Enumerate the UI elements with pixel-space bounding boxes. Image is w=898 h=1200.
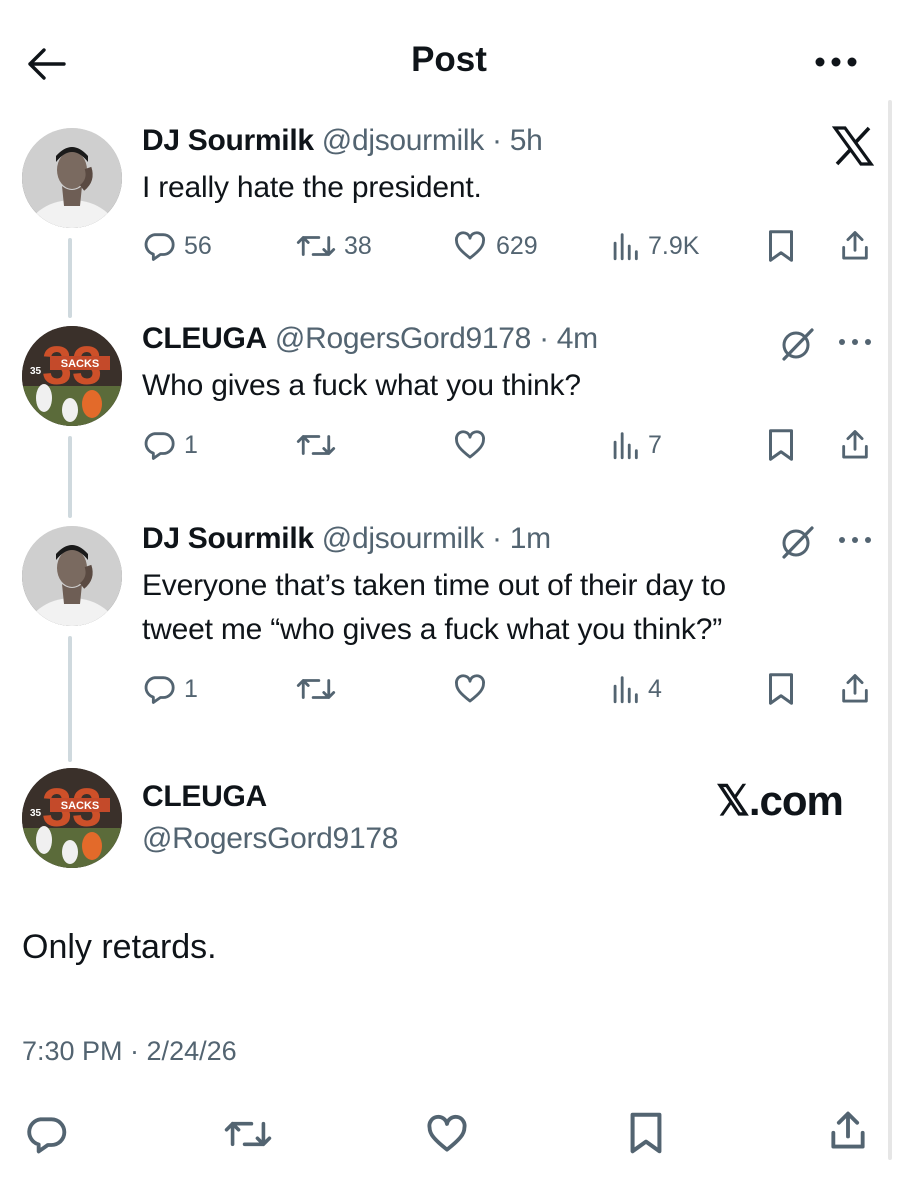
like-icon xyxy=(455,430,485,459)
reply-icon xyxy=(144,233,175,261)
reply-button[interactable]: 56 xyxy=(142,228,212,264)
like-button[interactable] xyxy=(424,1112,470,1156)
more-icon[interactable] xyxy=(836,336,874,348)
bookmark-icon xyxy=(630,1112,662,1154)
handle[interactable]: @djsourmilk xyxy=(322,522,484,555)
tweet-header: CLEUGA @RogersGord9178 · 4m xyxy=(142,322,598,355)
grok-icon[interactable] xyxy=(778,524,818,560)
display-name[interactable]: CLEUGA xyxy=(142,780,267,814)
handle[interactable]: @RogersGord9178 xyxy=(275,322,531,355)
reply-button[interactable]: 1 xyxy=(142,671,198,707)
repost-button[interactable]: 38 xyxy=(296,228,372,264)
post-timestamp[interactable]: 7:30 PM · 2/24/26 xyxy=(22,1036,237,1067)
x-logo-icon xyxy=(832,126,874,166)
views-icon xyxy=(613,432,638,460)
reply-button[interactable]: 1 xyxy=(142,427,198,463)
like-count: 629 xyxy=(496,231,538,260)
page-title: Post xyxy=(411,40,487,79)
bookmark-icon xyxy=(769,230,793,262)
bookmark-button[interactable] xyxy=(766,671,804,707)
svg-text:35: 35 xyxy=(30,366,42,377)
reply-count: 1 xyxy=(184,430,198,459)
tweet-text: I really hate the president. xyxy=(142,171,482,204)
share-icon xyxy=(842,231,868,260)
avatar[interactable]: 33 SACKS 35 xyxy=(22,768,122,868)
bookmark-button[interactable] xyxy=(766,427,804,463)
like-button[interactable]: 629 xyxy=(452,228,538,264)
grok-icon[interactable] xyxy=(778,326,818,362)
repost-icon xyxy=(296,435,336,455)
avatar-photo: 33 SACKS 35 xyxy=(22,326,122,426)
handle[interactable]: @djsourmilk xyxy=(322,124,484,157)
thread-line xyxy=(68,436,72,518)
avatar[interactable] xyxy=(22,526,122,626)
share-button[interactable] xyxy=(826,1108,870,1154)
watermark: 𝕏.com xyxy=(716,777,844,824)
share-button[interactable] xyxy=(838,671,880,707)
repost-button[interactable] xyxy=(296,427,344,463)
reply-count: 56 xyxy=(184,231,212,260)
post-text: Only retards. xyxy=(22,928,217,966)
reply-icon xyxy=(27,1117,67,1154)
thread-line xyxy=(68,636,72,762)
timestamp[interactable]: 4m xyxy=(557,322,598,355)
reply-icon xyxy=(144,432,175,460)
timestamp[interactable]: 5h xyxy=(510,124,543,157)
avatar[interactable]: 33 SACKS 35 xyxy=(22,326,122,426)
repost-icon xyxy=(224,1121,272,1147)
share-button[interactable] xyxy=(838,228,880,264)
avatar-photo: 33 SACKS 35 xyxy=(22,768,122,868)
reply-button[interactable] xyxy=(24,1112,68,1156)
bookmark-button[interactable] xyxy=(766,228,804,264)
more-icon xyxy=(815,57,857,67)
display-name[interactable]: DJ Sourmilk xyxy=(142,124,314,157)
repost-icon xyxy=(296,679,336,699)
more-icon[interactable] xyxy=(836,534,874,546)
more-options-button[interactable] xyxy=(812,54,860,70)
repost-button[interactable] xyxy=(224,1112,272,1156)
avatar-photo xyxy=(22,128,122,228)
avatar-photo xyxy=(22,526,122,626)
svg-text:SACKS: SACKS xyxy=(61,800,100,812)
repost-icon xyxy=(296,236,336,256)
share-icon xyxy=(842,430,868,459)
views-icon xyxy=(613,676,638,704)
view-count: 7 xyxy=(648,430,662,459)
display-name[interactable]: CLEUGA xyxy=(142,322,267,355)
share-icon xyxy=(842,674,868,703)
svg-text:SACKS: SACKS xyxy=(61,358,100,370)
handle[interactable]: @RogersGord9178 xyxy=(142,822,398,856)
view-count: 7.9K xyxy=(648,231,700,260)
avatar[interactable] xyxy=(22,128,122,228)
reply-count: 1 xyxy=(184,674,198,703)
timestamp[interactable]: 1m xyxy=(510,522,551,555)
views-button[interactable]: 4 xyxy=(610,671,662,707)
share-button[interactable] xyxy=(838,427,880,463)
view-count: 4 xyxy=(648,674,662,703)
thread-line xyxy=(68,238,72,318)
bookmark-icon xyxy=(769,673,793,705)
repost-button[interactable] xyxy=(296,671,344,707)
views-button[interactable]: 7.9K xyxy=(610,228,699,264)
bookmark-button[interactable] xyxy=(626,1110,666,1156)
tweet-text: Everyone that’s taken time out of their … xyxy=(142,569,726,646)
tweet-header: DJ Sourmilk @djsourmilk · 5h xyxy=(142,124,543,157)
share-icon xyxy=(831,1111,865,1149)
reply-icon xyxy=(144,676,175,704)
scrollbar[interactable] xyxy=(888,100,892,1160)
tweet-header: DJ Sourmilk @djsourmilk · 1m xyxy=(142,522,551,555)
like-button[interactable] xyxy=(452,671,496,707)
views-icon xyxy=(613,233,638,261)
like-icon xyxy=(455,674,485,703)
display-name[interactable]: DJ Sourmilk xyxy=(142,522,314,555)
tweet-text: Who gives a fuck what you think? xyxy=(142,369,581,402)
svg-text:35: 35 xyxy=(30,808,42,819)
repost-count: 38 xyxy=(344,231,372,260)
like-icon xyxy=(455,231,485,260)
like-button[interactable] xyxy=(452,427,496,463)
like-icon xyxy=(427,1114,467,1152)
views-button[interactable]: 7 xyxy=(610,427,662,463)
bookmark-icon xyxy=(769,429,793,461)
